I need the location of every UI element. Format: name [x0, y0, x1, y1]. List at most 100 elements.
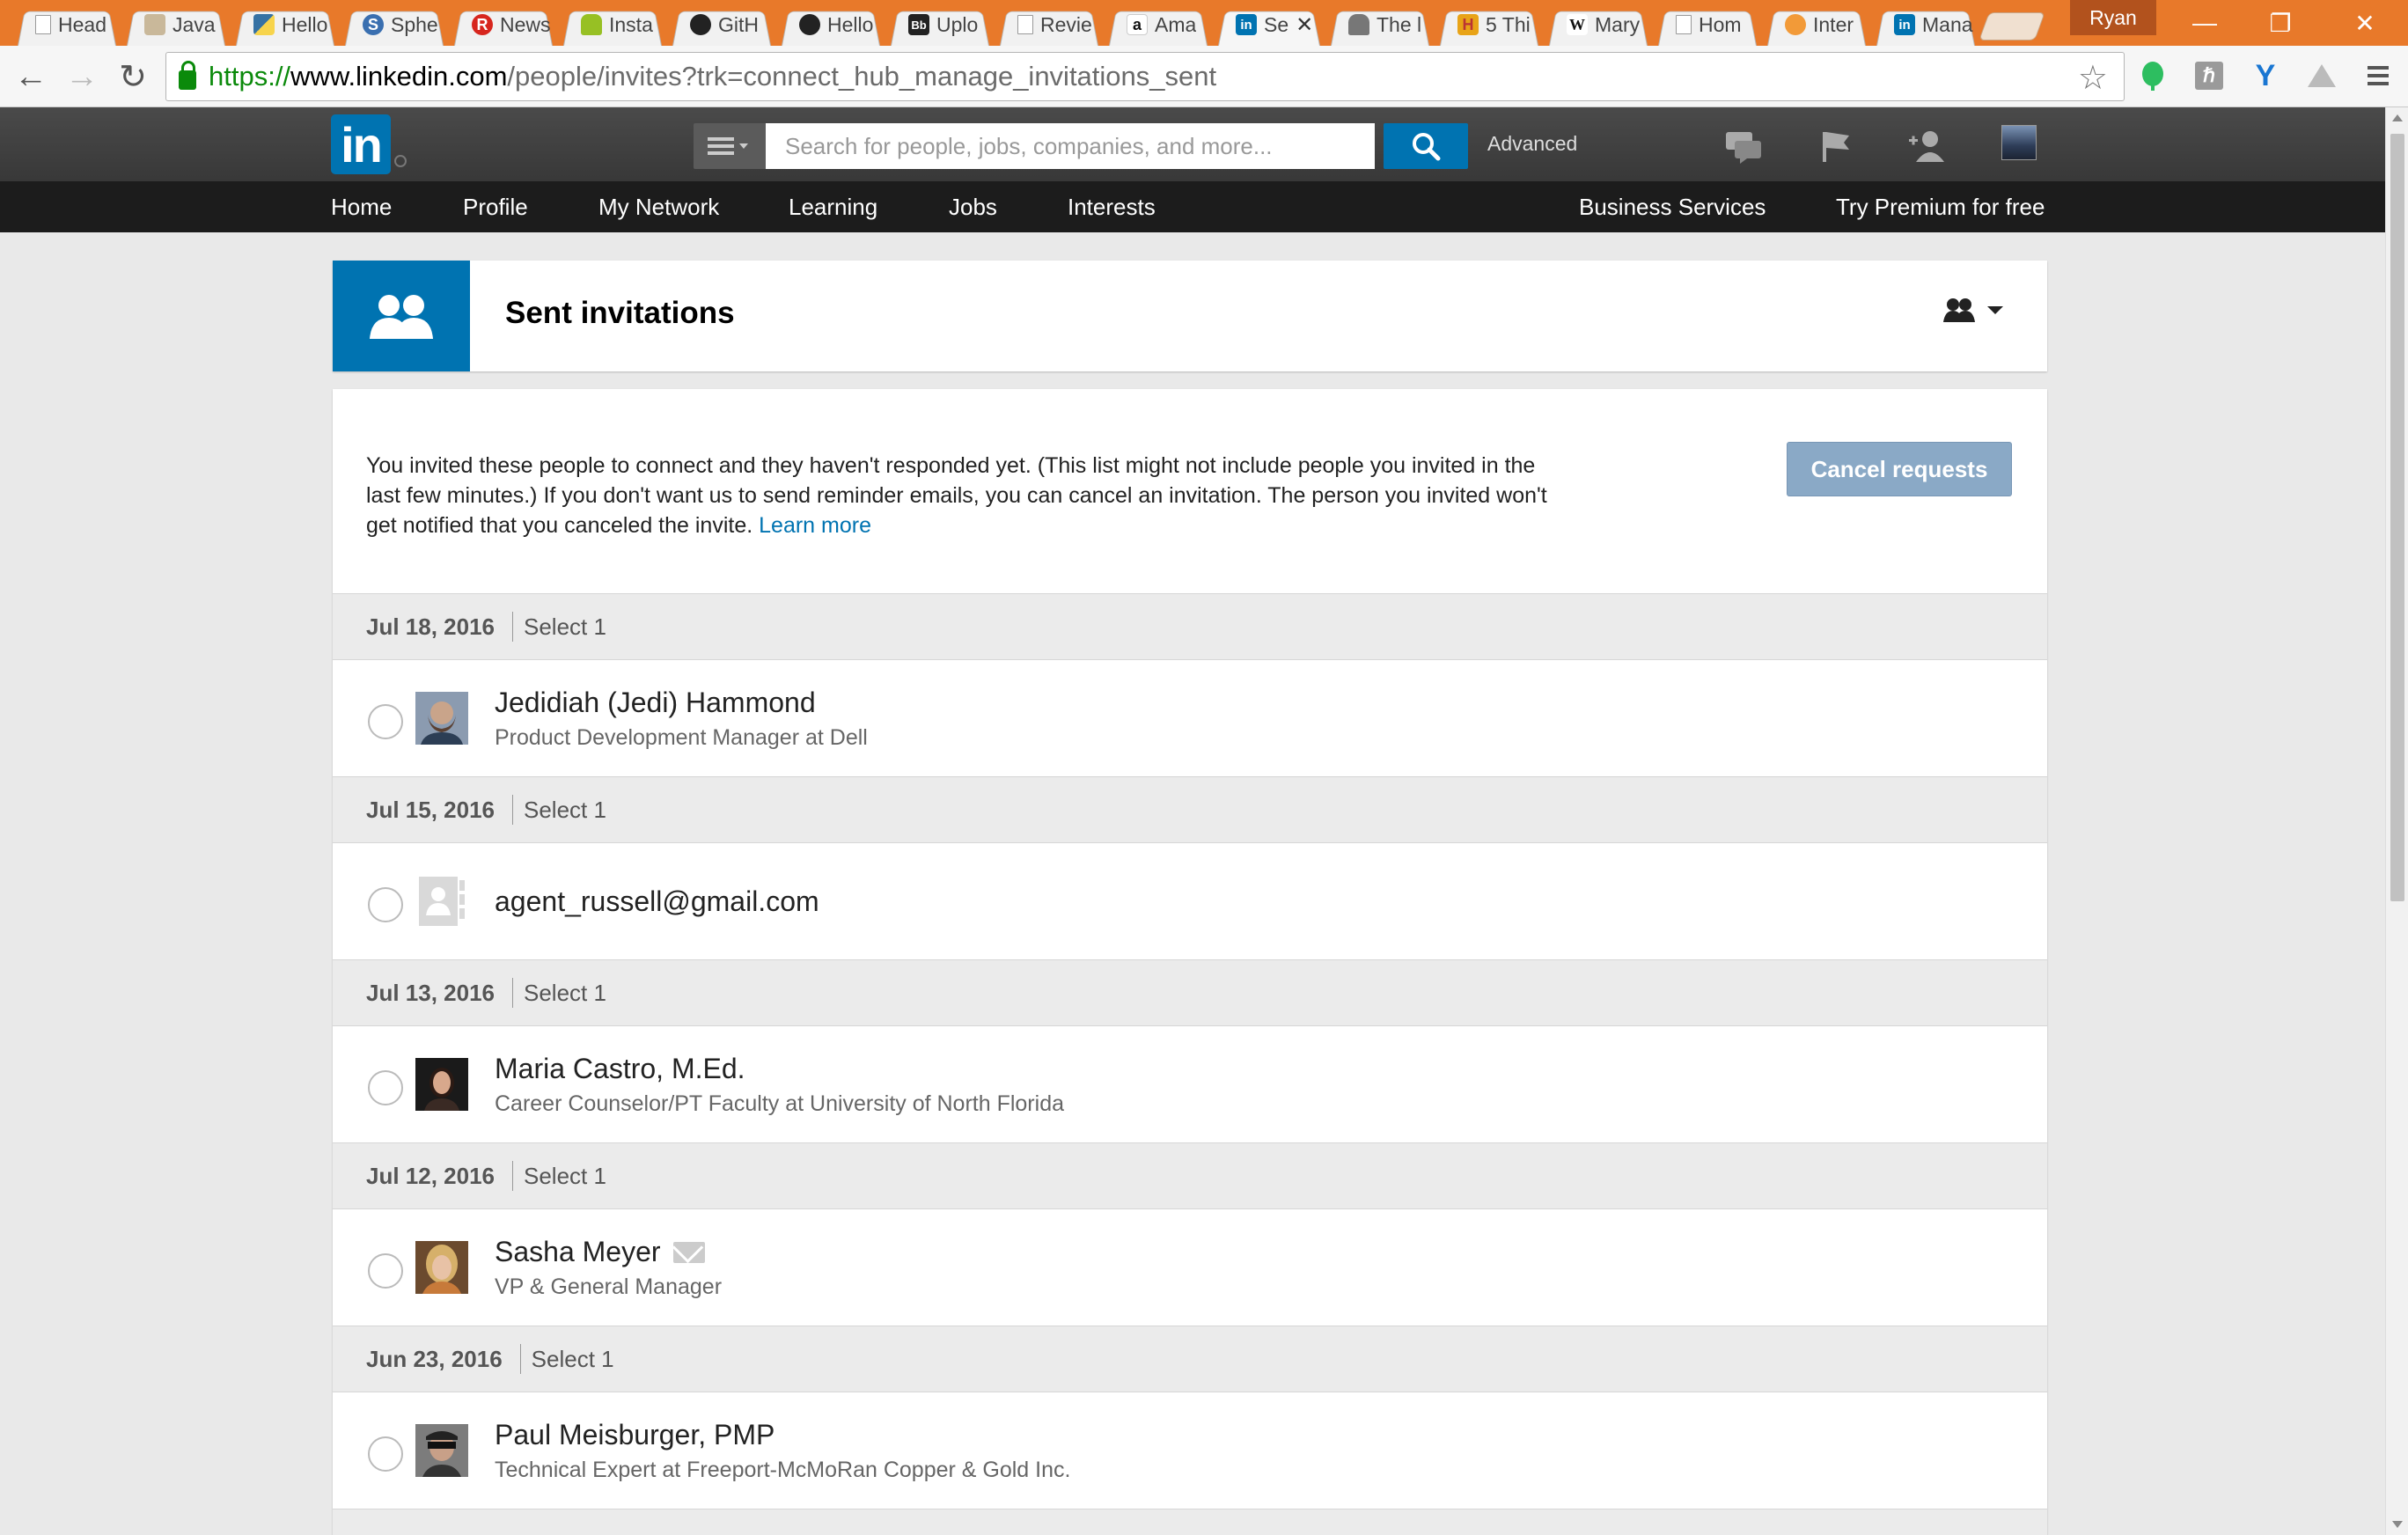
- profile-photo[interactable]: [415, 1424, 468, 1477]
- advanced-search-link[interactable]: Advanced: [1487, 132, 1577, 156]
- restore-icon[interactable]: ❐: [2243, 0, 2318, 46]
- scroll-down-arrow-icon[interactable]: [2392, 1521, 2403, 1528]
- new-tab-button[interactable]: [1979, 12, 2045, 40]
- browser-tab[interactable]: R News: [449, 4, 558, 46]
- notifications-flag-icon[interactable]: [1815, 127, 1855, 165]
- nav-interests[interactable]: Interests: [1068, 194, 1156, 221]
- select-group-link[interactable]: Select 1: [524, 980, 606, 1007]
- invitee-name-text: Paul Meisburger, PMP: [495, 1419, 775, 1451]
- invitee-name[interactable]: Jedidiah (Jedi) Hammond: [495, 687, 816, 719]
- browser-tab[interactable]: a Ama: [1104, 4, 1213, 46]
- select-invitation-radio[interactable]: [368, 1253, 403, 1289]
- select-invitation-radio[interactable]: [368, 704, 403, 739]
- add-connections-icon[interactable]: [1906, 127, 1947, 165]
- date-group-header: Jul 18, 2016 Select 1: [333, 593, 2047, 660]
- browser-titlebar: Head Java Hello S Sphe R News Insta GitH H…: [0, 0, 2408, 46]
- github-icon: [690, 14, 711, 35]
- reload-icon[interactable]: ↻: [113, 56, 153, 97]
- browser-profile-button[interactable]: Ryan: [2070, 0, 2156, 35]
- invitee-name[interactable]: Sasha Meyer: [495, 1236, 705, 1268]
- list-menu-icon: [708, 137, 748, 155]
- browser-tab[interactable]: Bb Uplo: [885, 4, 995, 46]
- nav-profile[interactable]: Profile: [463, 194, 528, 221]
- group-date: Jul 15, 2016: [366, 796, 495, 823]
- search-category-dropdown[interactable]: [694, 123, 766, 169]
- browser-tab[interactable]: Hello: [776, 4, 885, 46]
- select-group-link[interactable]: Select 1: [532, 1346, 614, 1373]
- h-extension-icon[interactable]: ℏ: [2190, 56, 2228, 95]
- browser-tab[interactable]: GitH: [667, 4, 776, 46]
- nav-business-services[interactable]: Business Services: [1579, 194, 1766, 221]
- browser-tab[interactable]: Java: [121, 4, 231, 46]
- invitation-type-filter[interactable]: [1943, 297, 2003, 322]
- invitation-row: agent_russell@gmail.com: [333, 843, 2047, 959]
- invitee-name-text: Jedidiah (Jedi) Hammond: [495, 687, 816, 718]
- chevron-down-icon: [1987, 306, 2003, 314]
- date-group-header: Jul 15, 2016 Select 1: [333, 776, 2047, 843]
- lock-icon: [179, 61, 196, 90]
- page-scrollbar[interactable]: [2385, 107, 2408, 1535]
- page-icon: [35, 15, 51, 34]
- tab-strip: Head Java Hello S Sphe R News Insta GitH H…: [12, 4, 2045, 46]
- browser-tab[interactable]: in Mana: [1871, 4, 1980, 46]
- evernote-extension-icon[interactable]: [2133, 56, 2172, 95]
- browser-tab[interactable]: Inter: [1762, 4, 1871, 46]
- email-envelope-icon: [672, 1241, 705, 1263]
- browser-tab[interactable]: S Sphe: [340, 4, 449, 46]
- chrome-menu-icon[interactable]: [2359, 56, 2397, 95]
- browser-tab[interactable]: Insta: [558, 4, 667, 46]
- url-scheme: https://: [209, 61, 291, 92]
- invitation-row: Maria Castro, M.Ed. Career Counselor/PT …: [333, 1026, 2047, 1142]
- learn-more-link[interactable]: Learn more: [759, 513, 871, 538]
- window-close-icon[interactable]: ✕: [2327, 0, 2403, 46]
- drive-extension-icon[interactable]: [2302, 56, 2341, 95]
- account-avatar[interactable]: [2001, 125, 2037, 160]
- nav-jobs[interactable]: Jobs: [949, 194, 997, 221]
- close-tab-icon[interactable]: ✕: [1296, 12, 1313, 38]
- nav-try-premium[interactable]: Try Premium for free: [1836, 194, 2045, 221]
- scroll-up-arrow-icon[interactable]: [2392, 114, 2403, 121]
- back-arrow-icon[interactable]: ←: [11, 56, 51, 97]
- profile-photo[interactable]: [415, 692, 468, 745]
- divider: [512, 612, 513, 642]
- cancel-requests-button[interactable]: Cancel requests: [1787, 442, 2012, 496]
- bookmark-star-icon[interactable]: ☆: [2078, 58, 2108, 98]
- browser-tab[interactable]: The l: [1325, 4, 1435, 46]
- date-group-header-partial: [333, 1509, 2047, 1535]
- select-group-link[interactable]: Select 1: [524, 613, 606, 641]
- browser-tab-active[interactable]: in Se ✕: [1213, 4, 1325, 46]
- select-invitation-radio[interactable]: [368, 1070, 403, 1105]
- connections-icon: [333, 261, 470, 371]
- select-invitation-radio[interactable]: [368, 887, 403, 922]
- divider: [519, 1344, 521, 1374]
- invitee-name[interactable]: Maria Castro, M.Ed.: [495, 1053, 745, 1085]
- scroll-thumb[interactable]: [2390, 134, 2404, 901]
- select-group-link[interactable]: Select 1: [524, 797, 606, 824]
- forward-arrow-icon[interactable]: →: [62, 56, 102, 97]
- profile-photo[interactable]: [415, 1241, 468, 1294]
- y-extension-icon[interactable]: Y: [2246, 56, 2285, 95]
- search-input[interactable]: Search for people, jobs, companies, and …: [766, 123, 1375, 169]
- r-icon: R: [472, 14, 493, 35]
- nav-learning[interactable]: Learning: [789, 194, 877, 221]
- invitee-name[interactable]: Paul Meisburger, PMP: [495, 1419, 775, 1451]
- browser-tab[interactable]: Hom: [1653, 4, 1762, 46]
- browser-tab[interactable]: W Mary: [1544, 4, 1653, 46]
- select-invitation-radio[interactable]: [368, 1436, 403, 1472]
- nav-home[interactable]: Home: [331, 194, 392, 221]
- minimize-icon[interactable]: —: [2167, 0, 2243, 46]
- browser-tab[interactable]: Head: [12, 4, 121, 46]
- search-button[interactable]: [1384, 123, 1468, 169]
- nav-my-network[interactable]: My Network: [598, 194, 719, 221]
- python-icon: [253, 14, 275, 35]
- feed-icon: [1785, 14, 1806, 35]
- browser-tab[interactable]: H5 Thi: [1435, 4, 1544, 46]
- browser-tab[interactable]: Hello: [231, 4, 340, 46]
- messages-icon[interactable]: [1723, 127, 1764, 165]
- invitee-headline: Product Development Manager at Dell: [495, 725, 868, 750]
- browser-tab[interactable]: Revie: [995, 4, 1104, 46]
- profile-photo[interactable]: [415, 1058, 468, 1111]
- select-group-link[interactable]: Select 1: [524, 1163, 606, 1190]
- address-bar[interactable]: https://www.linkedin.com/people/invites?…: [165, 52, 2125, 101]
- linkedin-logo[interactable]: in: [331, 114, 391, 174]
